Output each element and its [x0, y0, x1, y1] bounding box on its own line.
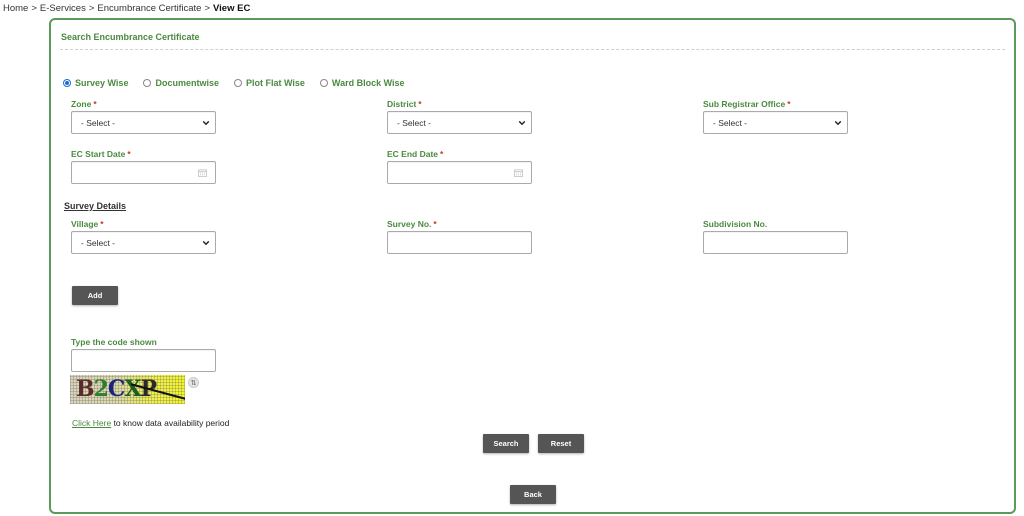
radio-label: Survey Wise	[75, 78, 129, 88]
captcha-field: Type the code shown	[71, 337, 216, 372]
subdivision-no-field: Subdivision No.	[703, 219, 848, 254]
click-here-link[interactable]: Click Here	[72, 418, 111, 428]
breadcrumb-separator: >	[31, 3, 37, 14]
village-select[interactable]: - Select -	[71, 231, 216, 254]
chevron-down-icon	[834, 120, 842, 126]
radio-label: Ward Block Wise	[331, 78, 405, 88]
availability-text: to know data availability period	[111, 418, 230, 428]
zone-select[interactable]: - Select -	[71, 111, 216, 134]
radio-ward-block-wise[interactable]: Ward Block Wise	[319, 78, 405, 88]
refresh-captcha-icon[interactable]: ⇅	[188, 377, 199, 388]
search-ec-panel: Search Encumbrance Certificate Survey Wi…	[49, 18, 1016, 514]
ec-start-date-input[interactable]	[71, 161, 216, 184]
back-button[interactable]: Back	[510, 485, 556, 504]
ec-start-date-field: EC Start Date *	[71, 149, 216, 184]
radio-button-checked[interactable]	[63, 79, 71, 87]
search-mode-radio-group: Survey Wise Documentwise Plot Flat Wise …	[63, 78, 420, 88]
panel-title: Search Encumbrance Certificate	[61, 32, 200, 42]
village-select-value: - Select -	[81, 237, 116, 248]
sro-label: Sub Registrar Office *	[703, 99, 791, 109]
village-field: Village * - Select -	[71, 219, 216, 254]
survey-no-label: Survey No. *	[387, 219, 437, 229]
radio-plot-flat-wise[interactable]: Plot Flat Wise	[233, 78, 305, 88]
reset-button[interactable]: Reset	[538, 434, 584, 453]
data-availability-row: Click Here to know data availability per…	[72, 418, 229, 428]
subdivision-no-label: Subdivision No.	[703, 219, 768, 229]
chevron-down-icon	[518, 120, 526, 126]
calendar-icon[interactable]	[514, 169, 523, 177]
district-select-value: - Select -	[397, 117, 432, 128]
breadcrumb-e-services[interactable]: E-Services	[40, 3, 86, 14]
survey-no-field: Survey No. *	[387, 219, 532, 254]
panel-divider	[60, 49, 1005, 50]
subdivision-no-input[interactable]	[703, 231, 848, 254]
sro-field: Sub Registrar Office * - Select -	[703, 99, 848, 134]
district-label: District *	[387, 99, 422, 109]
captcha-input[interactable]	[71, 349, 216, 372]
breadcrumb: Home > E-Services > Encumbrance Certificate >…	[3, 3, 250, 14]
ec-end-date-label: EC End Date *	[387, 149, 444, 159]
breadcrumb-home[interactable]: Home	[3, 3, 28, 14]
radio-label: Plot Flat Wise	[245, 78, 305, 88]
survey-details-heading: Survey Details	[64, 201, 127, 211]
radio-survey-wise[interactable]: Survey Wise	[63, 78, 128, 88]
breadcrumb-current: View EC	[213, 3, 251, 14]
chevron-down-icon	[202, 120, 210, 126]
sro-select-value: - Select -	[713, 117, 748, 128]
ec-end-date-field: EC End Date *	[387, 149, 532, 184]
zone-select-value: - Select -	[81, 117, 116, 128]
breadcrumb-separator: >	[88, 3, 95, 14]
breadcrumb-separator: >	[204, 3, 210, 14]
zone-field: Zone * - Select -	[71, 99, 216, 134]
survey-no-input[interactable]	[387, 231, 532, 254]
sro-select[interactable]: - Select -	[703, 111, 848, 134]
ec-start-date-label: EC Start Date *	[71, 149, 131, 159]
radio-label: Documentwise	[155, 78, 219, 88]
radio-documentwise[interactable]: Documentwise	[143, 78, 219, 88]
calendar-icon[interactable]	[198, 169, 207, 177]
radio-button[interactable]	[143, 79, 152, 87]
district-select[interactable]: - Select -	[387, 111, 532, 134]
breadcrumb-encumbrance-certificate[interactable]: Encumbrance Certificate	[97, 3, 201, 14]
chevron-down-icon	[202, 240, 210, 246]
radio-button[interactable]	[233, 79, 242, 87]
add-button[interactable]: Add	[72, 286, 118, 305]
captcha-image: B2CXP	[70, 375, 185, 404]
village-label: Village *	[71, 219, 104, 229]
search-button[interactable]: Search	[483, 434, 529, 453]
zone-label: Zone *	[71, 99, 97, 109]
district-field: District * - Select -	[387, 99, 532, 134]
radio-button[interactable]	[319, 79, 328, 87]
ec-end-date-input[interactable]	[387, 161, 532, 184]
captcha-label: Type the code shown	[71, 337, 157, 347]
